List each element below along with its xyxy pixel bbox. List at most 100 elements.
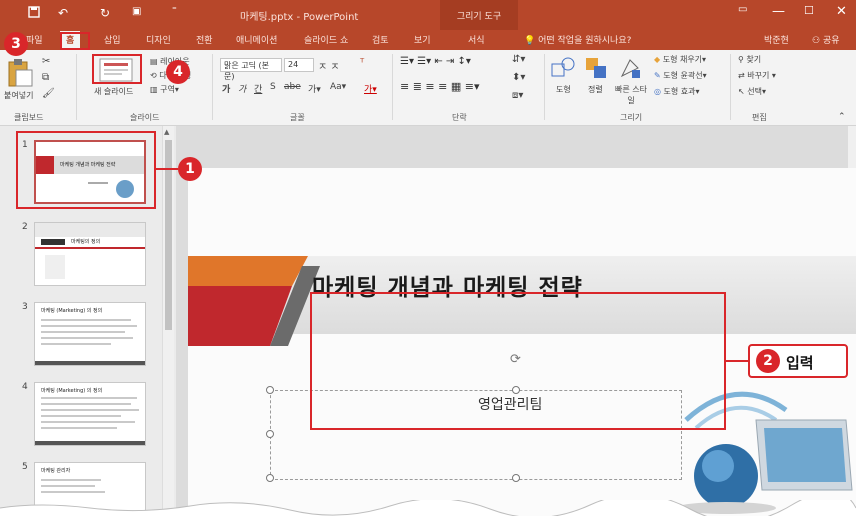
select-label: 선택 (747, 87, 762, 96)
cut-icon[interactable]: ✂ (42, 56, 50, 67)
format-painter-icon[interactable]: 🖌 (42, 88, 55, 99)
tell-me-text: 어떤 작업을 원하시나요? (538, 36, 632, 46)
annotation-box-title (310, 292, 726, 430)
select-button[interactable]: ↖ 선택▾ (738, 86, 766, 97)
quick-styles-icon[interactable] (618, 56, 644, 80)
tab-animations[interactable]: 애니메이션 (236, 33, 277, 46)
thumb-text-line (41, 415, 121, 417)
thumb-title: 마케팅 (Marketing) 의 정의 (41, 308, 103, 314)
font-name-combo[interactable]: 맑은 고딕 (본문) (220, 58, 282, 81)
thumbnails-scrollbar[interactable]: ▲ (162, 126, 174, 516)
italic-button[interactable]: 가 (238, 82, 246, 95)
maximize-button[interactable]: ☐ (804, 4, 814, 17)
thumbnail-slide-2[interactable]: 마케팅의 정의 (34, 222, 146, 286)
thumbnail-slide-4[interactable]: 마케팅 (Marketing) 의 정의 (34, 382, 146, 446)
thumb-title: 마케팅 관리자 (41, 468, 71, 474)
annotation-box-new-slide (92, 54, 142, 84)
customize-toolbar-icon[interactable]: ⁼ (172, 6, 177, 16)
lightbulb-icon: 💡 (524, 36, 536, 46)
tab-transitions[interactable]: 전환 (196, 33, 213, 46)
shapes-button[interactable]: 도형 (556, 84, 571, 95)
bold-button[interactable]: 가 (222, 82, 230, 95)
thumb-title: 마케팅 (Marketing) 의 정의 (41, 388, 103, 394)
arrange-button[interactable]: 정렬 (588, 84, 603, 95)
user-name[interactable]: 박준현 (764, 33, 789, 46)
change-case-button[interactable]: Aa▾ (330, 82, 346, 92)
paragraph-group-label: 단락 (452, 113, 467, 122)
thumb-title: 마케팅의 정의 (71, 239, 101, 245)
shape-outline-button[interactable]: ✎ 도형 윤곽선▾ (654, 70, 707, 81)
alignment-icons[interactable]: ≡ ≣ ≡ ≡ ▦ ≡▾ (400, 80, 479, 93)
strikethrough-button[interactable]: abe (284, 82, 301, 92)
arrange-icon[interactable] (584, 56, 610, 80)
thumb-label-box (41, 239, 65, 245)
section-button[interactable]: ▥ 구역▾ (150, 84, 179, 95)
smartart-icon[interactable]: ⧈▾ (512, 90, 523, 101)
resize-handle[interactable] (266, 386, 274, 394)
start-from-beginning-icon[interactable]: ▣ (132, 6, 141, 17)
window-title: 마케팅.pptx - PowerPoint (240, 12, 359, 23)
underline-button[interactable]: 간 (254, 82, 262, 95)
minimize-button[interactable]: — (772, 4, 785, 19)
annotation-box-home-tab (60, 32, 90, 50)
scroll-up-icon[interactable]: ▲ (164, 128, 169, 136)
quick-styles-button[interactable]: 빠른 스타일 (612, 84, 650, 106)
ribbon-display-icon[interactable]: ▭ (738, 4, 747, 15)
annotation-leader-1 (156, 168, 178, 170)
thumb-text-line (41, 319, 131, 321)
editing-group-label: 편집 (752, 113, 767, 122)
tab-slideshow[interactable]: 슬라이드 쇼 (304, 33, 348, 46)
paste-button[interactable]: 붙여넣기 (4, 90, 33, 101)
thumbnail-slide-3[interactable]: 마케팅 (Marketing) 의 정의 (34, 302, 146, 366)
font-color-button[interactable]: 가▾ (364, 82, 377, 95)
font-size-buttons[interactable]: ㅈ ㅈ (318, 58, 340, 73)
thumb-text-line (41, 479, 101, 481)
new-slide-button[interactable]: 새 슬라이드 (94, 86, 133, 97)
undo-icon[interactable]: ↶ (58, 6, 68, 20)
cursor-icon: ↖ (738, 87, 745, 96)
replace-button[interactable]: ⇄ 바꾸기 ▾ (738, 70, 776, 81)
paste-icon[interactable] (6, 58, 34, 88)
thumb-figure (45, 255, 65, 279)
effects-icon: ◎ (654, 87, 661, 96)
tab-view[interactable]: 보기 (414, 33, 431, 46)
thumb-text-line (41, 325, 137, 327)
redo-icon[interactable]: ↻ (100, 6, 110, 20)
tell-me-search[interactable]: 💡 어떤 작업을 원하시나요? (524, 33, 631, 46)
char-spacing-button[interactable]: 가▾ (308, 82, 321, 95)
resize-handle[interactable] (512, 474, 520, 482)
annotation-box-thumbnail (16, 131, 156, 209)
annotation-label-input: 입력 (786, 354, 814, 372)
tab-design[interactable]: 디자인 (146, 33, 171, 46)
align-text-icon[interactable]: ⬍▾ (512, 72, 525, 83)
close-button[interactable]: ✕ (836, 4, 847, 19)
thumb-number: 4 (22, 382, 28, 392)
shadow-button[interactable]: S (270, 82, 276, 92)
save-icon[interactable] (28, 6, 40, 21)
share-button[interactable]: ⚇ 공유 (812, 33, 840, 46)
thumb-text-line (41, 397, 137, 399)
shapes-icon[interactable] (550, 56, 576, 80)
thumb-text-line (41, 343, 111, 345)
copy-icon[interactable]: ⧉ (42, 72, 49, 83)
tab-file[interactable]: 파일 (26, 33, 43, 46)
clear-formatting-icon[interactable]: ᵀ (360, 56, 364, 69)
collapse-ribbon-icon[interactable]: ⌃ (838, 112, 846, 122)
shape-fill-button[interactable]: ◆ 도형 채우기▾ (654, 54, 706, 65)
shape-effects-button[interactable]: ◎ 도형 효과▾ (654, 86, 700, 97)
font-size-combo[interactable]: 24 (284, 58, 314, 72)
resize-handle[interactable] (266, 474, 274, 482)
thumb-band (35, 223, 145, 237)
tab-insert[interactable]: 삽입 (104, 33, 121, 46)
tab-format[interactable]: 서식 (468, 33, 485, 46)
thumb-rule (35, 247, 145, 249)
replace-icon: ⇄ (738, 71, 745, 80)
bullets-icon[interactable]: ☰▾ ☰▾ ⇤ ⇥ ↕▾ (400, 56, 471, 67)
resize-handle[interactable] (266, 430, 274, 438)
text-direction-icon[interactable]: ⇵▾ (512, 54, 525, 65)
find-button[interactable]: ⚲ 찾기 (738, 54, 761, 65)
clipboard-group-label: 클립보드 (14, 113, 44, 122)
paint-bucket-icon: ◆ (654, 55, 661, 64)
thumb-number: 3 (22, 302, 28, 312)
tab-review[interactable]: 검토 (372, 33, 389, 46)
